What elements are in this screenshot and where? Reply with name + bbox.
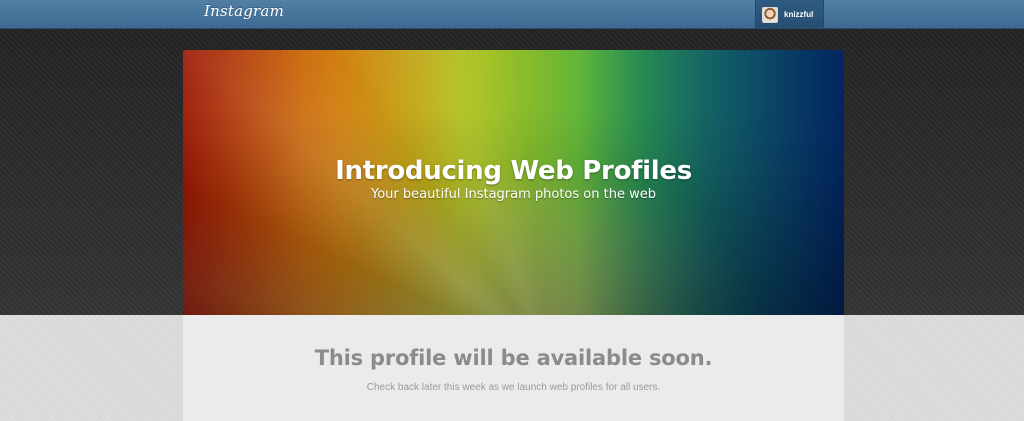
profile-availability-message: Check back later this week as we launch …	[366, 382, 661, 393]
top-navigation-bar: Instagram knizzful	[0, 0, 1024, 29]
profile-availability-title: This profile will be available soon.	[314, 346, 713, 370]
hero-subtitle: Your beautiful Instagram photos on the w…	[371, 187, 656, 202]
hero-title: Introducing Web Profiles	[335, 156, 692, 186]
hero-banner: Introducing Web Profiles Your beautiful …	[183, 50, 844, 316]
user-avatar-icon[interactable]	[762, 6, 778, 23]
username-label[interactable]: knizzful	[784, 10, 813, 19]
user-menu-button[interactable]: knizzful	[755, 0, 824, 29]
instagram-logo[interactable]: Instagram	[204, 2, 284, 20]
profile-availability-panel: This profile will be available soon. Che…	[183, 315, 844, 421]
hero-text-group: Introducing Web Profiles Your beautiful …	[183, 154, 844, 203]
